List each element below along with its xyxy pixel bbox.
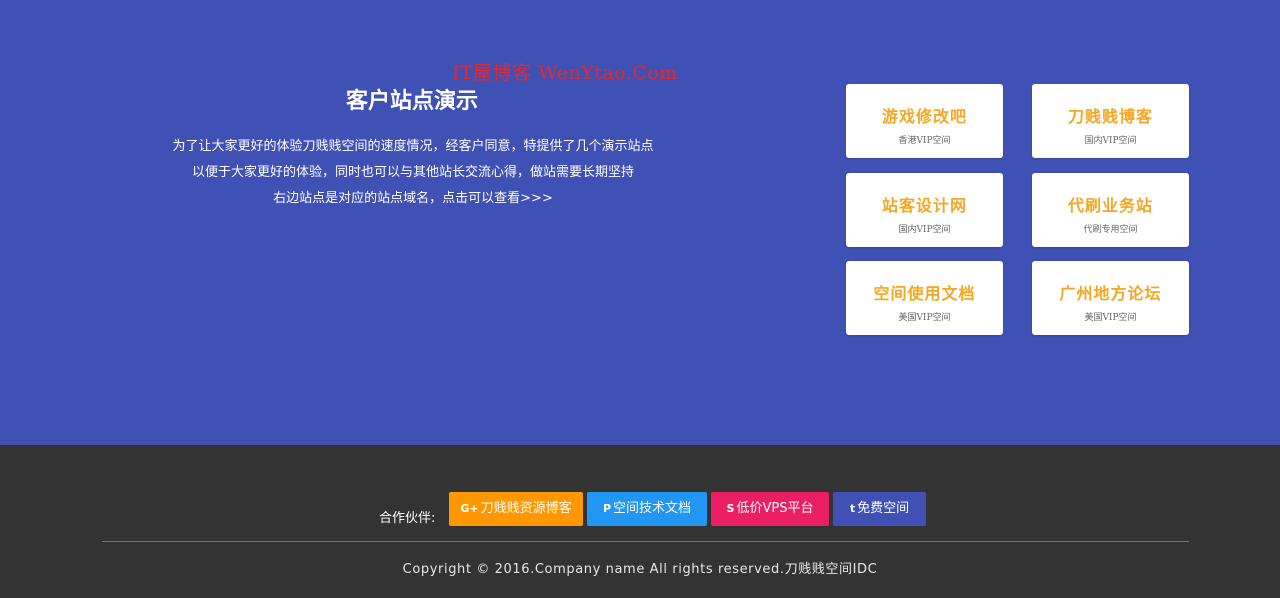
partner-button-label: 空间技术文档 [613, 501, 692, 516]
site-card-title: 站客设计网 [881, 196, 967, 215]
hero-section: IT屋博客 WenYtao.Com 客户站点演示 为了让大家更好的体验刀贱贱空间… [0, 0, 1280, 445]
partner-button-label: 免费空间 [857, 501, 910, 516]
site-card-title: 游戏修改吧 [881, 107, 967, 126]
partner-button-free[interactable]: t 免费空间 [833, 492, 926, 526]
hero-description-line: 右边站点是对应的站点域名，点击可以查看>>> [273, 191, 553, 206]
site-card-daishua[interactable]: 代刷业务站 代刷专用空间 [1032, 173, 1189, 247]
site-card-docs[interactable]: 空间使用文档 美国VIP空间 [846, 261, 1003, 335]
hero-description-line: 以便于大家更好的体验，同时也可以与其他站长交流心得，做站需要长期坚持 [191, 165, 634, 180]
hero-description-line: 为了让大家更好的体验刀贱贱空间的速度情况，经客户同意，特提供了几个演示站点 [172, 139, 654, 154]
copyright-text: Copyright © 2016.Company name All rights… [402, 562, 878, 577]
site-card-zhanke[interactable]: 站客设计网 国内VIP空间 [846, 173, 1003, 247]
site-card-title: 刀贱贱博客 [1067, 107, 1153, 126]
site-card-title: 广州地方论坛 [1059, 284, 1162, 303]
partner-button-docs[interactable]: P 空间技术文档 [587, 492, 707, 526]
site-card-youxi[interactable]: 游戏修改吧 香港VIP空间 [846, 84, 1003, 158]
site-card-title: 空间使用文档 [873, 284, 976, 303]
site-card-daojianjian[interactable]: 刀贱贱博客 国内VIP空间 [1032, 84, 1189, 158]
hero-description: 为了让大家更好的体验刀贱贱空间的速度情况，经客户同意，特提供了几个演示站点 以便… [100, 134, 726, 212]
twitter-icon: t [849, 502, 856, 515]
partner-button-label: 刀贱贱资源博客 [480, 501, 572, 516]
pinterest-icon: P [602, 502, 612, 515]
watermark-text: IT屋博客 WenYtao.Com [452, 62, 678, 84]
partners-label: 合作伙伴: [379, 511, 436, 526]
site-card-subtitle: 国内VIP空间 [898, 225, 951, 235]
site-card-subtitle: 美国VIP空间 [898, 313, 951, 323]
site-card-subtitle: 香港VIP空间 [898, 136, 951, 146]
site-card-subtitle: 美国VIP空间 [1084, 313, 1137, 323]
footer-divider [102, 541, 1189, 542]
site-card-title: 代刷业务站 [1067, 196, 1153, 215]
site-card-subtitle: 代刷专用空间 [1083, 225, 1138, 235]
partners-bar: 合作伙伴: G+ 刀贱贱资源博客 P 空间技术文档 S 低价VPS平台 t 免费空间 [0, 492, 1280, 526]
site-card-forum[interactable]: 广州地方论坛 美国VIP空间 [1032, 261, 1189, 335]
site-card-subtitle: 国内VIP空间 [1084, 136, 1137, 146]
partner-button-label: 低价VPS平台 [736, 501, 814, 516]
page-title: 客户站点演示 [345, 89, 478, 114]
google-plus-icon: G+ [460, 502, 479, 515]
skype-icon: S [726, 502, 735, 515]
partner-button-blog[interactable]: G+ 刀贱贱资源博客 [449, 492, 583, 526]
partner-button-vps[interactable]: S 低价VPS平台 [711, 492, 829, 526]
